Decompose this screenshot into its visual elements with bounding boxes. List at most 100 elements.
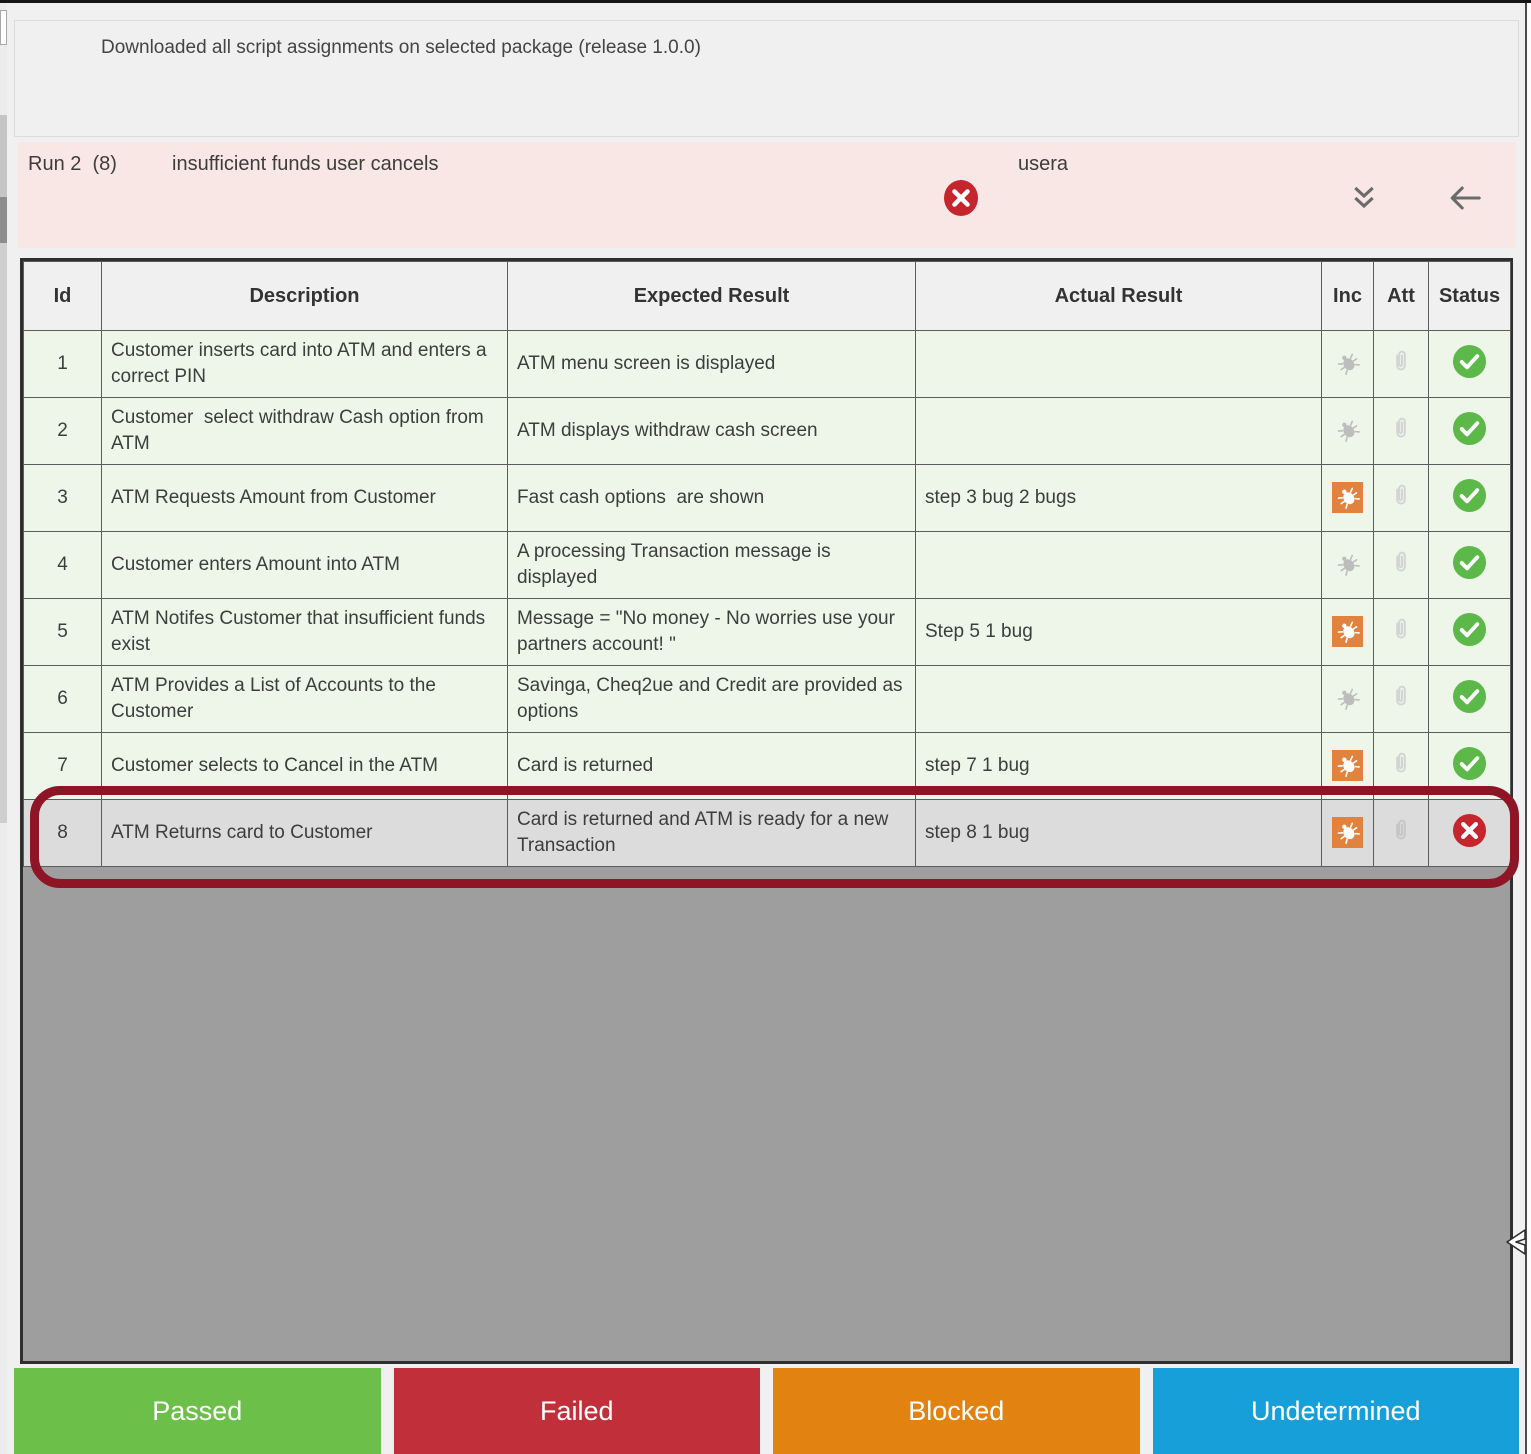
table-header-row: IdDescriptionExpected ResultActual Resul… [24,262,1511,331]
column-header-att: Att [1374,262,1429,331]
cell-attachment[interactable] [1374,666,1429,733]
bug-icon[interactable] [1332,348,1363,379]
cell-actual-result: Step 5 1 bug [916,599,1322,666]
left-scroll-track[interactable] [0,115,7,197]
double-chevron-down-icon[interactable] [1348,182,1380,214]
paperclip-icon[interactable] [1387,682,1415,712]
cell-expected-result: Fast cash options are shown [508,465,916,532]
check-circle-icon [1452,612,1487,647]
cell-attachment[interactable] [1374,733,1429,800]
paperclip-icon[interactable] [1387,414,1415,444]
cell-actual-result [916,532,1322,599]
paperclip-icon[interactable] [1387,347,1415,377]
table-row[interactable]: 8ATM Returns card to CustomerCard is ret… [24,800,1511,867]
check-circle-icon [1452,746,1487,781]
cell-description: ATM Returns card to Customer [102,800,508,867]
cell-actual-result [916,398,1322,465]
run-label: Run 2 (8) [28,153,117,176]
blocked-button[interactable]: Blocked [773,1368,1140,1454]
cell-attachment[interactable] [1374,599,1429,666]
steps-tbody: 1Customer inserts card into ATM and ente… [24,331,1511,867]
cell-id: 4 [24,532,102,599]
cell-actual-result: step 8 1 bug [916,800,1322,867]
run-header-banner: Run 2 (8) insufficient funds user cancel… [18,142,1515,248]
bug-icon[interactable] [1332,549,1363,580]
steps-table: IdDescriptionExpected ResultActual Resul… [23,261,1511,867]
column-header-actual-result: Actual Result [916,262,1322,331]
bug-icon[interactable] [1332,817,1363,848]
cell-status [1429,532,1511,599]
cell-attachment[interactable] [1374,800,1429,867]
cell-id: 3 [24,465,102,532]
cell-attachment[interactable] [1374,331,1429,398]
check-circle-icon [1452,545,1487,580]
mouse-cursor [1505,1228,1529,1260]
cell-expected-result: Card is returned [508,733,916,800]
table-row[interactable]: 2Customer select withdraw Cash option fr… [24,398,1511,465]
passed-button[interactable]: Passed [14,1368,381,1454]
table-row[interactable]: 6ATM Provides a List of Accounts to the … [24,666,1511,733]
verdict-button-bar: PassedFailedBlockedUndetermined [14,1368,1519,1454]
cell-expected-result: ATM menu screen is displayed [508,331,916,398]
cell-status [1429,331,1511,398]
table-row[interactable]: 4Customer enters Amount into ATMA proces… [24,532,1511,599]
paperclip-icon[interactable] [1387,481,1415,511]
cell-incident[interactable] [1322,733,1374,800]
undetermined-button[interactable]: Undetermined [1153,1368,1520,1454]
window-top-border [0,0,1531,3]
cell-incident[interactable] [1322,800,1374,867]
cell-description: Customer inserts card into ATM and enter… [102,331,508,398]
cell-description: ATM Provides a List of Accounts to the C… [102,666,508,733]
cell-incident[interactable] [1322,666,1374,733]
cell-expected-result: Message = "No money - No worries use you… [508,599,916,666]
table-row[interactable]: 1Customer inserts card into ATM and ente… [24,331,1511,398]
cell-expected-result: Card is returned and ATM is ready for a … [508,800,916,867]
cell-expected-result: ATM displays withdraw cash screen [508,398,916,465]
arrow-left-icon[interactable] [1446,181,1484,215]
table-row[interactable]: 3ATM Requests Amount from CustomerFast c… [24,465,1511,532]
cell-description: Customer select withdraw Cash option fro… [102,398,508,465]
status-message-text: Downloaded all script assignments on sel… [101,37,1518,59]
failed-button[interactable]: Failed [394,1368,761,1454]
cell-actual-result: step 3 bug 2 bugs [916,465,1322,532]
cell-incident[interactable] [1322,398,1374,465]
left-scroll-box[interactable] [0,10,7,45]
cell-actual-result: step 7 1 bug [916,733,1322,800]
cell-attachment[interactable] [1374,532,1429,599]
bug-icon[interactable] [1332,482,1363,513]
bug-icon[interactable] [1332,750,1363,781]
paperclip-icon[interactable] [1387,548,1415,578]
cell-id: 2 [24,398,102,465]
cell-status [1429,666,1511,733]
cell-incident[interactable] [1322,532,1374,599]
cell-description: Customer selects to Cancel in the ATM [102,733,508,800]
check-circle-icon [1452,344,1487,379]
left-scroll-track-lower[interactable] [0,243,7,823]
cell-description: Customer enters Amount into ATM [102,532,508,599]
table-row[interactable]: 7Customer selects to Cancel in the ATMCa… [24,733,1511,800]
bug-icon[interactable] [1332,683,1363,714]
bug-icon[interactable] [1332,616,1363,647]
cell-id: 1 [24,331,102,398]
cell-status [1429,733,1511,800]
cell-attachment[interactable] [1374,465,1429,532]
paperclip-icon[interactable] [1387,615,1415,645]
cell-description: ATM Requests Amount from Customer [102,465,508,532]
bug-icon[interactable] [1332,415,1363,446]
cell-status [1429,398,1511,465]
cell-status [1429,599,1511,666]
left-scroll-thumb[interactable] [0,197,7,243]
cell-incident[interactable] [1322,331,1374,398]
status-message-panel: Downloaded all script assignments on sel… [14,20,1519,137]
paperclip-icon[interactable] [1387,816,1415,846]
run-user: usera [1018,153,1068,176]
cell-attachment[interactable] [1374,398,1429,465]
cell-incident[interactable] [1322,465,1374,532]
paperclip-icon[interactable] [1387,749,1415,779]
cell-id: 7 [24,733,102,800]
cell-incident[interactable] [1322,599,1374,666]
column-header-id: Id [24,262,102,331]
check-circle-icon [1452,679,1487,714]
run-name: insufficient funds user cancels [172,153,438,176]
table-row[interactable]: 5ATM Notifes Customer that insufficient … [24,599,1511,666]
